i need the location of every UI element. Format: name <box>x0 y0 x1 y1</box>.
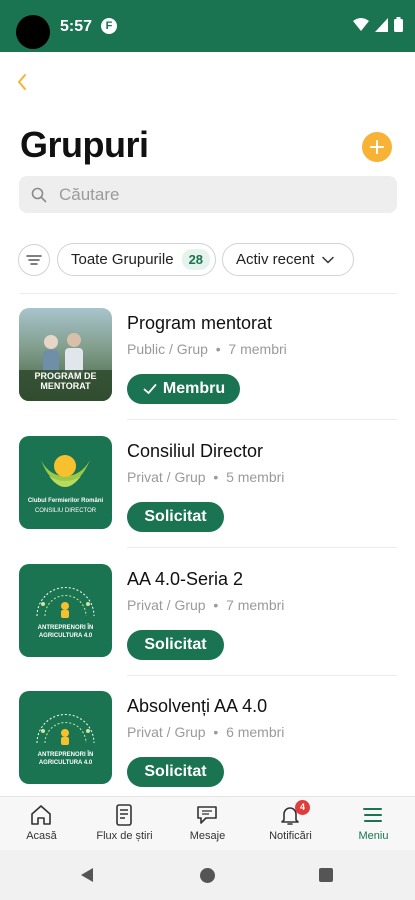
group-count-badge: 28 <box>181 249 211 270</box>
nav-label: Flux de știri <box>96 830 153 842</box>
home-icon <box>31 805 51 825</box>
back-button[interactable] <box>14 68 42 96</box>
member-button-label: Membru <box>162 380 226 397</box>
requested-button[interactable]: Solicitat <box>127 757 224 787</box>
agriculture-logo-icon <box>36 714 95 745</box>
system-recents-button[interactable] <box>319 868 333 882</box>
group-name: AA 4.0-Seria 2 <box>127 569 244 589</box>
filter-chip-all-groups[interactable]: Toate Grupurile 28 <box>57 243 216 276</box>
nav-item-news-feed[interactable]: Flux de știri <box>83 797 166 851</box>
club-logo-icon <box>41 455 90 487</box>
thumbnail-caption: ANTREPRENORI ÎN AGRICULTURA 4.0 <box>37 752 94 766</box>
battery-icon <box>394 17 403 32</box>
system-home-button[interactable] <box>200 868 215 883</box>
group-thumbnail: Clubul Fermierilor Români CONSILIU DIREC… <box>19 436 112 529</box>
requested-button[interactable]: Solicitat <box>127 502 224 532</box>
divider <box>127 675 397 676</box>
bottom-navigation: Acasă Flux de știri Mesaje 4 Notificări … <box>0 796 415 850</box>
system-back-icon[interactable] <box>80 867 94 883</box>
requested-button[interactable]: Solicitat <box>127 630 224 660</box>
group-thumbnail: ANTREPRENORI ÎN AGRICULTURA 4.0 <box>19 564 112 657</box>
group-privacy: Public / Grup <box>127 341 208 357</box>
system-navigation-bar <box>0 850 415 900</box>
group-list-item[interactable]: PROGRAM DE MENTORAT Program mentorat Pub… <box>0 308 415 428</box>
meta-separator: • <box>209 724 223 740</box>
nav-item-home[interactable]: Acasă <box>0 797 83 851</box>
thumbnail-caption: ANTREPRENORI ÎN AGRICULTURA 4.0 <box>37 625 94 639</box>
filter-chip-label: Toate Grupurile <box>71 251 174 268</box>
messages-icon <box>197 806 217 824</box>
signal-icon <box>375 17 388 32</box>
menu-icon <box>363 808 382 822</box>
camera-cutout <box>16 15 50 49</box>
group-meta: Public / Grup • 7 membri <box>127 341 287 357</box>
group-list-item[interactable]: Clubul Fermierilor Români CONSILIU DIREC… <box>0 436 415 556</box>
page-title: Grupuri <box>20 124 149 165</box>
meta-separator: • <box>211 341 225 357</box>
group-name: Consiliul Director <box>127 441 264 461</box>
meta-separator: • <box>209 469 223 485</box>
requested-button-label: Solicitat <box>144 508 207 525</box>
thumbnail-subcaption: CONSILIU DIRECTOR <box>34 508 97 514</box>
nav-item-notifications[interactable]: 4 Notificări <box>249 797 332 851</box>
divider <box>127 419 397 420</box>
meta-separator: • <box>209 597 223 613</box>
requested-button-label: Solicitat <box>144 636 207 653</box>
agriculture-logo-icon <box>36 587 95 618</box>
add-group-button[interactable] <box>362 132 392 162</box>
group-privacy: Privat / Grup <box>127 597 206 613</box>
search-icon <box>31 187 47 203</box>
notification-badge: 4 <box>295 800 310 815</box>
nav-label: Notificări <box>269 830 312 842</box>
app-notification-icon: F <box>101 18 117 34</box>
group-member-count: 6 membri <box>226 724 285 740</box>
check-icon <box>143 384 157 394</box>
group-name: Absolvenți AA 4.0 <box>127 696 268 716</box>
member-button[interactable]: Membru <box>127 374 240 404</box>
nav-label: Acasă <box>26 830 57 842</box>
group-member-count: 5 membri <box>226 469 285 485</box>
group-meta: Privat / Grup • 7 membri <box>127 597 284 613</box>
group-member-count: 7 membri <box>226 597 285 613</box>
filter-button[interactable] <box>18 244 50 276</box>
wifi-icon <box>353 17 369 31</box>
search-input[interactable] <box>59 176 389 213</box>
divider <box>127 547 397 548</box>
thumbnail-caption: Clubul Fermierilor Români <box>27 498 104 504</box>
group-privacy: Privat / Grup <box>127 724 206 740</box>
nav-item-menu[interactable]: Meniu <box>332 797 415 851</box>
group-list-item[interactable]: ANTREPRENORI ÎN AGRICULTURA 4.0 AA 4.0-S… <box>0 564 415 684</box>
chevron-down-icon <box>322 256 335 263</box>
nav-label: Meniu <box>358 830 389 842</box>
news-feed-icon <box>116 804 132 826</box>
thumbnail-caption: PROGRAM DE MENTORAT <box>34 371 97 391</box>
group-thumbnail: ANTREPRENORI ÎN AGRICULTURA 4.0 <box>19 691 112 784</box>
nav-label: Mesaje <box>189 830 226 842</box>
group-thumbnail: PROGRAM DE MENTORAT <box>19 308 112 401</box>
nav-item-messages[interactable]: Mesaje <box>166 797 249 851</box>
status-indicators <box>353 17 403 32</box>
sort-label: Activ recent <box>236 251 315 268</box>
requested-button-label: Solicitat <box>144 763 207 780</box>
search-bar[interactable] <box>19 176 397 213</box>
group-meta: Privat / Grup • 6 membri <box>127 724 284 740</box>
group-list-item[interactable]: ANTREPRENORI ÎN AGRICULTURA 4.0 Absolven… <box>0 691 415 811</box>
sort-dropdown[interactable]: Activ recent <box>222 243 354 276</box>
status-bar: 5:57 F <box>0 0 415 52</box>
status-time: 5:57 <box>60 18 93 35</box>
group-meta: Privat / Grup • 5 membri <box>127 469 284 485</box>
group-member-count: 7 membri <box>228 341 287 357</box>
group-privacy: Privat / Grup <box>127 469 206 485</box>
chevron-left-icon <box>18 74 26 90</box>
group-name: Program mentorat <box>127 313 273 333</box>
filter-icon <box>26 255 42 265</box>
divider <box>20 293 397 294</box>
